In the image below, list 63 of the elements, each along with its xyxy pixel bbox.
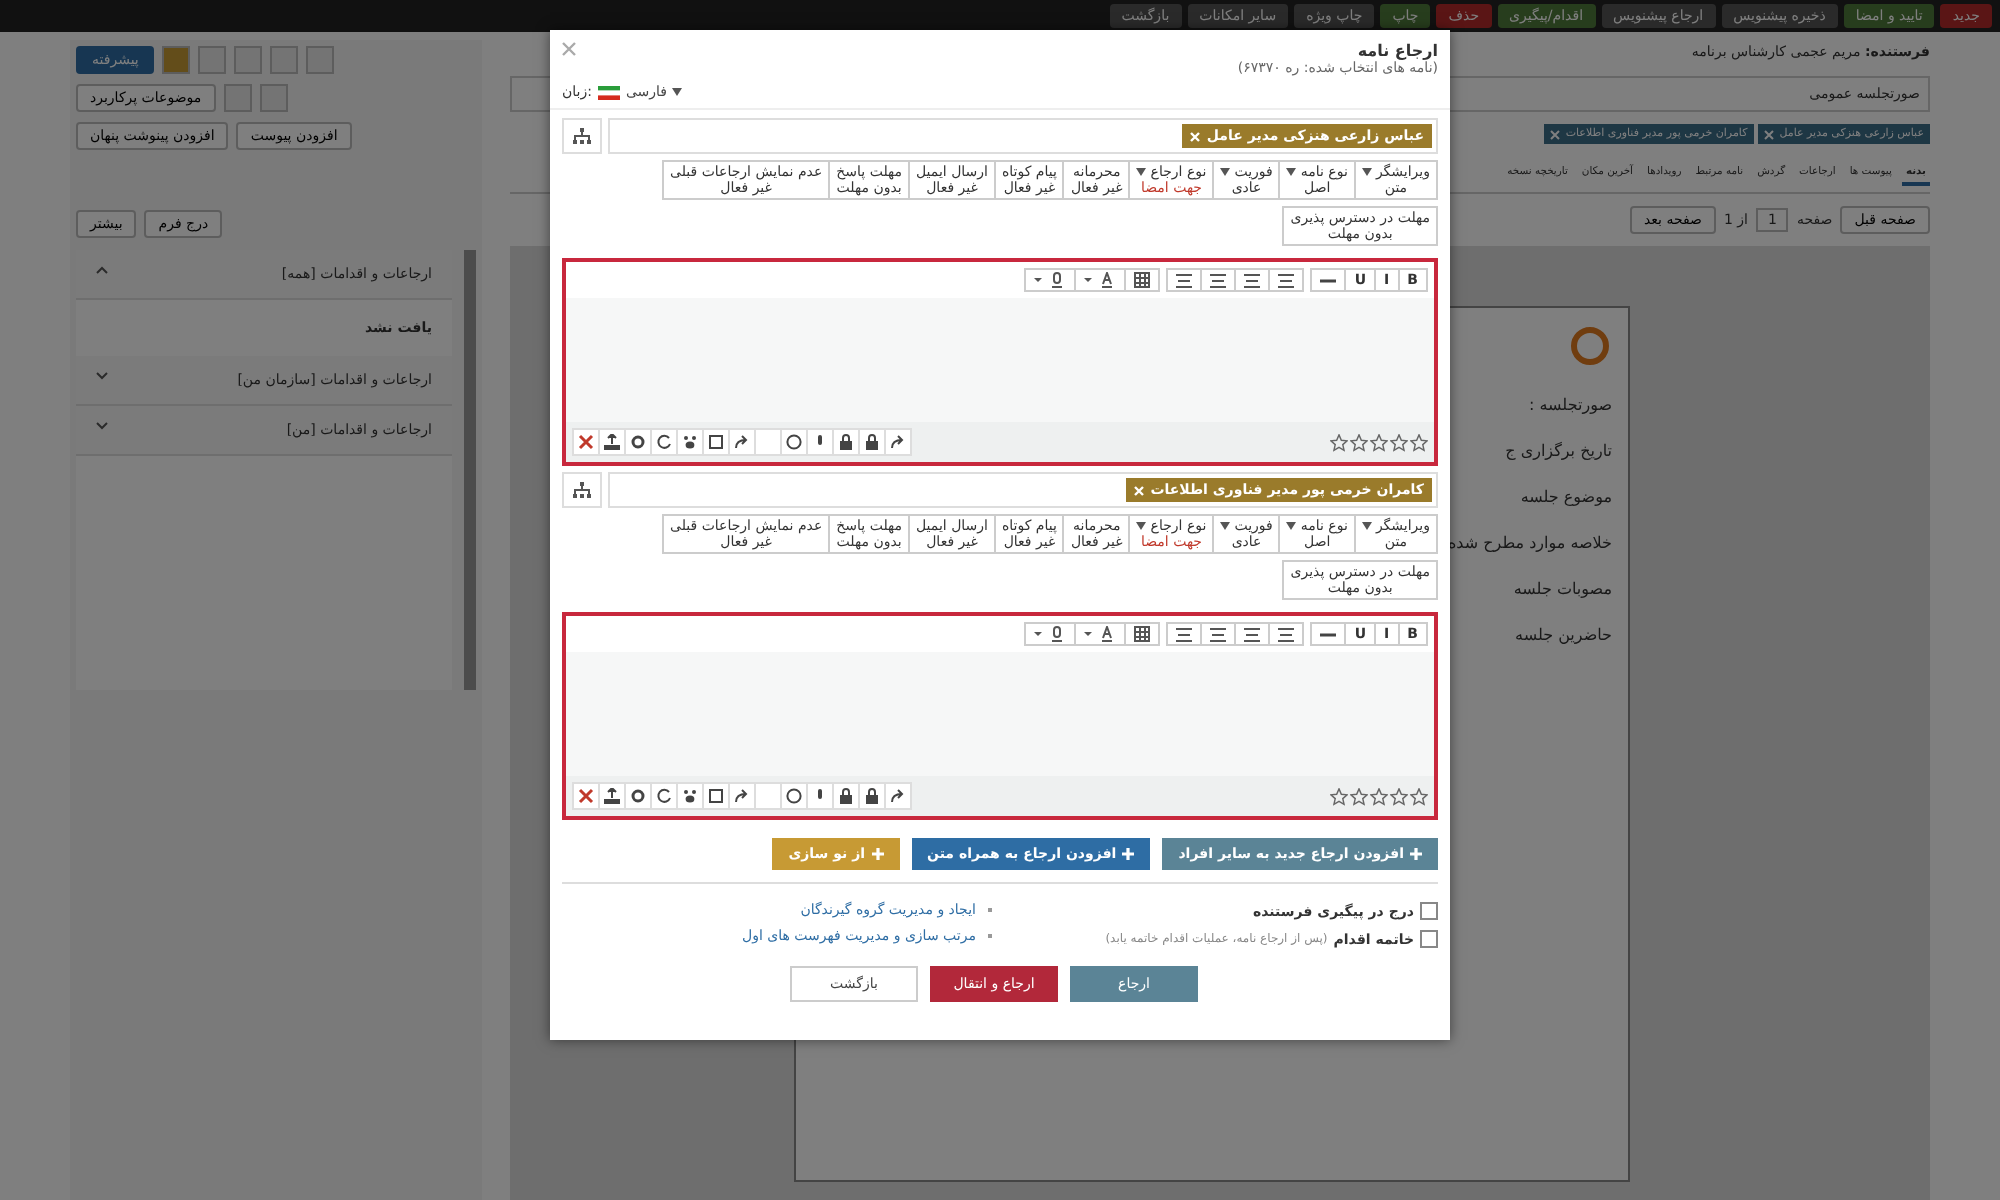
star-icon[interactable] xyxy=(1370,787,1388,805)
star-icon[interactable] xyxy=(1350,433,1368,451)
highlight-color-icon[interactable] xyxy=(1024,268,1077,292)
align-icon[interactable] xyxy=(1234,268,1271,292)
star-icon[interactable] xyxy=(1390,433,1408,451)
chevron-icon xyxy=(96,422,108,430)
star-icon[interactable] xyxy=(1370,433,1388,451)
align-icon[interactable] xyxy=(1268,268,1305,292)
chevron-icon xyxy=(96,372,108,380)
font-color-icon[interactable] xyxy=(1074,268,1127,292)
logo-icon xyxy=(1568,324,1612,368)
caret-icon xyxy=(1220,168,1231,176)
align-icon[interactable] xyxy=(1268,622,1305,646)
star-icon[interactable] xyxy=(1330,433,1348,451)
share-icon[interactable] xyxy=(884,428,912,456)
refresh-icon[interactable] xyxy=(650,428,678,456)
redo-icon[interactable] xyxy=(728,782,756,810)
caret-icon xyxy=(1136,522,1147,530)
star-icon[interactable] xyxy=(1330,787,1348,805)
star-icon[interactable] xyxy=(1410,433,1428,451)
caret-icon xyxy=(1286,168,1297,176)
strikethrough-icon[interactable] xyxy=(1310,622,1347,646)
document-text: حاضرین جلسه xyxy=(1515,626,1612,644)
align-icon[interactable] xyxy=(1166,622,1203,646)
share-icon[interactable] xyxy=(884,782,912,810)
square-icon[interactable] xyxy=(702,782,730,810)
star-rating[interactable] xyxy=(1330,787,1428,805)
document-text: تاریخ برگزاری ج xyxy=(1505,442,1612,460)
org-chart-icon[interactable] xyxy=(562,472,602,508)
checkbox[interactable] xyxy=(1420,902,1438,920)
star-rating[interactable] xyxy=(1330,433,1428,451)
font-color-icon[interactable] xyxy=(1074,622,1127,646)
caret-icon xyxy=(1361,168,1372,176)
document-text: مصوبات جلسه xyxy=(1513,580,1612,598)
align-icon[interactable] xyxy=(1166,268,1203,292)
document-text: صورتجلسه : xyxy=(1529,396,1612,414)
chevron-icon xyxy=(96,266,108,274)
table-icon[interactable] xyxy=(1124,622,1161,646)
align-icon[interactable] xyxy=(1200,268,1237,292)
upload-icon[interactable] xyxy=(598,428,626,456)
dialog-title: ارجاع نامه xyxy=(1355,42,1438,60)
caret-icon xyxy=(671,88,682,96)
org-chart-icon[interactable] xyxy=(562,118,602,154)
redo-icon[interactable] xyxy=(728,428,756,456)
table-icon[interactable] xyxy=(1124,268,1161,292)
star-icon[interactable] xyxy=(1410,787,1428,805)
document-text: موضوع جلسه xyxy=(1520,488,1612,506)
caret-icon xyxy=(1286,522,1297,530)
star-icon[interactable] xyxy=(1350,787,1368,805)
square-icon[interactable] xyxy=(702,428,730,456)
caret-icon xyxy=(1136,168,1147,176)
align-icon[interactable] xyxy=(1200,622,1237,646)
align-icon[interactable] xyxy=(1234,622,1271,646)
scrollbar[interactable] xyxy=(464,250,476,690)
caret-icon xyxy=(1220,522,1231,530)
upload-icon[interactable] xyxy=(598,782,626,810)
highlight-color-icon[interactable] xyxy=(1024,622,1077,646)
strikethrough-icon[interactable] xyxy=(1310,268,1347,292)
document-text: خلاصه موارد مطرح شده xyxy=(1447,534,1612,552)
caret-icon xyxy=(1361,522,1372,530)
star-icon[interactable] xyxy=(1390,787,1408,805)
refresh-icon[interactable] xyxy=(650,782,678,810)
checkbox[interactable] xyxy=(1420,930,1438,948)
